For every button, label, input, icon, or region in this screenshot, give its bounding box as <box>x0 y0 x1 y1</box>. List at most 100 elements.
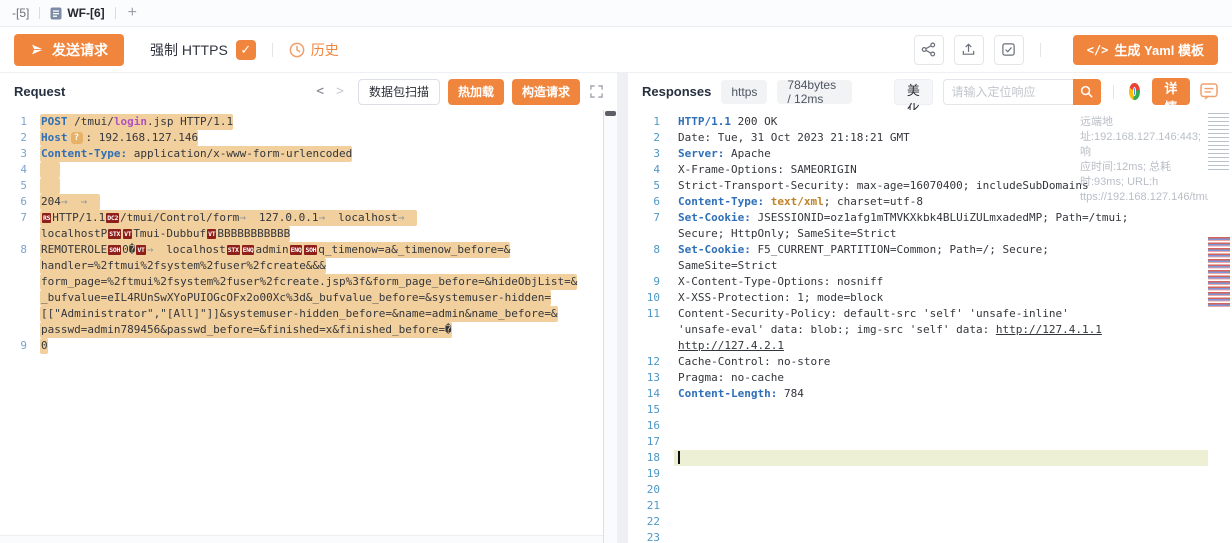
line-content[interactable]: Content-Security-Policy: default-src 'se… <box>674 306 1069 322</box>
vertical-scrollbar[interactable] <box>603 110 617 543</box>
horizontal-scrollbar[interactable] <box>0 535 603 543</box>
code-line[interactable]: 1HTTP/1.1 200 OK <box>628 114 1232 130</box>
line-content[interactable]: 'unsafe-eval' data: blob:; img-src 'self… <box>674 322 1102 338</box>
line-content[interactable]: 204→→ <box>40 194 100 210</box>
code-line[interactable]: 10X-XSS-Protection: 1; mode=block <box>628 290 1232 306</box>
details-button[interactable]: 详情 <box>1152 78 1190 105</box>
share-button[interactable] <box>914 35 944 65</box>
send-request-button[interactable]: 发送请求 <box>14 34 124 66</box>
line-content[interactable]: Content-Length: 784 <box>674 386 804 402</box>
code-line[interactable]: 8Set-Cookie: F5_CURRENT_PARTITION=Common… <box>628 242 1232 258</box>
export-button[interactable] <box>954 35 984 65</box>
minimap[interactable] <box>1208 110 1232 543</box>
code-line[interactable]: form_page=%2ftmui%2fsystem%2fuser%2fcrea… <box>0 274 603 290</box>
line-content[interactable]: [["Administrator","[All]"]]&systemuser-h… <box>40 306 558 322</box>
line-content[interactable] <box>674 434 678 450</box>
line-content[interactable]: REMOTEROLESOH0�VT→localhostSTXENQadminEN… <box>40 242 510 258</box>
code-line[interactable]: 12Cache-Control: no-store <box>628 354 1232 370</box>
code-line[interactable]: 3Content-Type: application/x-www-form-ur… <box>0 146 603 162</box>
line-content[interactable]: Content-Type: text/xml; charset=utf-8 <box>674 194 923 210</box>
code-line[interactable]: 4 <box>0 162 603 178</box>
code-line[interactable]: 21 <box>628 498 1232 514</box>
code-line[interactable]: 20 <box>628 482 1232 498</box>
line-content[interactable]: X-Content-Type-Options: nosniff <box>674 274 883 290</box>
line-content[interactable]: Content-Type: application/x-www-form-url… <box>40 146 352 162</box>
line-content[interactable] <box>674 418 678 434</box>
code-line[interactable]: 'unsafe-eval' data: blob:; img-src 'self… <box>628 322 1232 338</box>
line-content[interactable]: Pragma: no-cache <box>674 370 784 386</box>
response-editor[interactable]: 1HTTP/1.1 200 OK2Date: Tue, 31 Oct 2023 … <box>628 110 1232 543</box>
code-line[interactable]: 23 <box>628 530 1232 543</box>
generate-yaml-button[interactable]: </> 生成 Yaml 模板 <box>1073 35 1218 65</box>
code-line[interactable]: 2Date: Tue, 31 Oct 2023 21:18:21 GMT <box>628 130 1232 146</box>
code-line[interactable]: Secure; HttpOnly; SameSite=Strict <box>628 226 1232 242</box>
code-line[interactable]: [["Administrator","[All]"]]&systemuser-h… <box>0 306 603 322</box>
line-content[interactable]: HTTP/1.1 200 OK <box>674 114 777 130</box>
code-line[interactable]: 22 <box>628 514 1232 530</box>
history-button[interactable]: 历史 <box>289 40 339 60</box>
line-content[interactable]: Set-Cookie: JSESSIONID=oz1afg1mTMVKXkbk4… <box>674 210 1128 226</box>
line-content[interactable]: POST /tmui/login.jsp HTTP/1.1 <box>40 114 233 130</box>
code-line[interactable]: SameSite=Strict <box>628 258 1232 274</box>
fullscreen-button[interactable] <box>590 85 603 98</box>
line-content[interactable]: Server: Apache <box>674 146 771 162</box>
line-content[interactable]: handler=%2ftmui%2fsystem%2fuser%2fcreate… <box>40 258 326 274</box>
packet-scan-button[interactable]: 数据包扫描 <box>358 79 440 105</box>
line-content[interactable]: RSHTTP/1.1DC2/tmui/Control/form→127.0.0.… <box>40 210 417 226</box>
line-content[interactable]: 0 <box>40 338 48 354</box>
feedback-button[interactable] <box>1200 83 1218 100</box>
code-line[interactable]: http://127.4.2.1 <box>628 338 1232 354</box>
code-line[interactable]: 6204→→ <box>0 194 603 210</box>
beautify-button[interactable]: 美化 <box>894 79 932 105</box>
code-line[interactable]: 6Content-Type: text/xml; charset=utf-8 <box>628 194 1232 210</box>
line-content[interactable]: form_page=%2ftmui%2fsystem%2fuser%2fcrea… <box>40 274 577 290</box>
code-line[interactable]: 18 <box>628 450 1232 466</box>
code-line[interactable]: 17 <box>628 434 1232 450</box>
line-content[interactable]: Strict-Transport-Security: max-age=16070… <box>674 178 1089 194</box>
code-line[interactable]: 8REMOTEROLESOH0�VT→localhostSTXENQadminE… <box>0 242 603 258</box>
search-input[interactable] <box>943 79 1073 105</box>
line-content[interactable] <box>674 530 678 543</box>
code-line[interactable]: 14Content-Length: 784 <box>628 386 1232 402</box>
request-editor[interactable]: 1POST /tmui/login.jsp HTTP/1.12Host?: 19… <box>0 110 603 543</box>
line-content[interactable] <box>674 498 678 514</box>
code-line[interactable]: 4X-Frame-Options: SAMEORIGIN <box>628 162 1232 178</box>
line-content[interactable]: http://127.4.2.1 <box>674 338 784 354</box>
line-content[interactable]: _bufvalue=eIL4RUnSwXYoPUIOGcOFx2o00Xc%3d… <box>40 290 551 306</box>
add-tab-button[interactable]: + <box>116 4 149 22</box>
line-content[interactable]: Date: Tue, 31 Oct 2023 21:18:21 GMT <box>674 130 910 146</box>
history-next-button[interactable]: > <box>330 84 350 99</box>
line-content[interactable]: localhostPSTXVTTmui-DubbufVTBBBBBBBBBBB <box>40 226 290 242</box>
line-content[interactable]: passwd=admin789456&passwd_before=&finish… <box>40 322 452 338</box>
code-line[interactable]: 15 <box>628 402 1232 418</box>
line-content[interactable]: Cache-Control: no-store <box>674 354 830 370</box>
code-line[interactable]: 5Strict-Transport-Security: max-age=1607… <box>628 178 1232 194</box>
code-line[interactable]: localhostPSTXVTTmui-DubbufVTBBBBBBBBBBB <box>0 226 603 242</box>
line-content[interactable] <box>674 482 678 498</box>
line-content[interactable]: Host?: 192.168.127.146 <box>40 130 198 146</box>
code-line[interactable]: 9X-Content-Type-Options: nosniff <box>628 274 1232 290</box>
construct-request-button[interactable]: 构造请求 <box>512 79 580 105</box>
line-content[interactable]: X-Frame-Options: SAMEORIGIN <box>674 162 857 178</box>
code-line[interactable]: 7Set-Cookie: JSESSIONID=oz1afg1mTMVKXkbk… <box>628 210 1232 226</box>
tab-wf-6[interactable]: WF-[6] <box>40 0 114 26</box>
force-https-checkbox[interactable]: ✓ <box>236 40 256 60</box>
line-content[interactable] <box>674 450 1232 466</box>
line-content[interactable] <box>674 402 678 418</box>
line-content[interactable]: Set-Cookie: F5_CURRENT_PARTITION=Common;… <box>674 242 1049 258</box>
code-line[interactable]: _bufvalue=eIL4RUnSwXYoPUIOGcOFx2o00Xc%3d… <box>0 290 603 306</box>
edit-button[interactable] <box>994 35 1024 65</box>
line-content[interactable]: Secure; HttpOnly; SameSite=Strict <box>674 226 897 242</box>
line-content[interactable] <box>674 466 678 482</box>
line-content[interactable] <box>40 178 60 194</box>
line-content[interactable] <box>40 162 60 178</box>
code-line[interactable]: 19 <box>628 466 1232 482</box>
code-line[interactable]: 1POST /tmui/login.jsp HTTP/1.1 <box>0 114 603 130</box>
search-button[interactable] <box>1073 79 1101 105</box>
line-content[interactable] <box>674 514 678 530</box>
code-line[interactable]: 3Server: Apache <box>628 146 1232 162</box>
hot-reload-button[interactable]: 热加载 <box>448 79 504 105</box>
code-line[interactable]: passwd=admin789456&passwd_before=&finish… <box>0 322 603 338</box>
code-line[interactable]: 16 <box>628 418 1232 434</box>
code-line[interactable]: 2Host?: 192.168.127.146 <box>0 130 603 146</box>
